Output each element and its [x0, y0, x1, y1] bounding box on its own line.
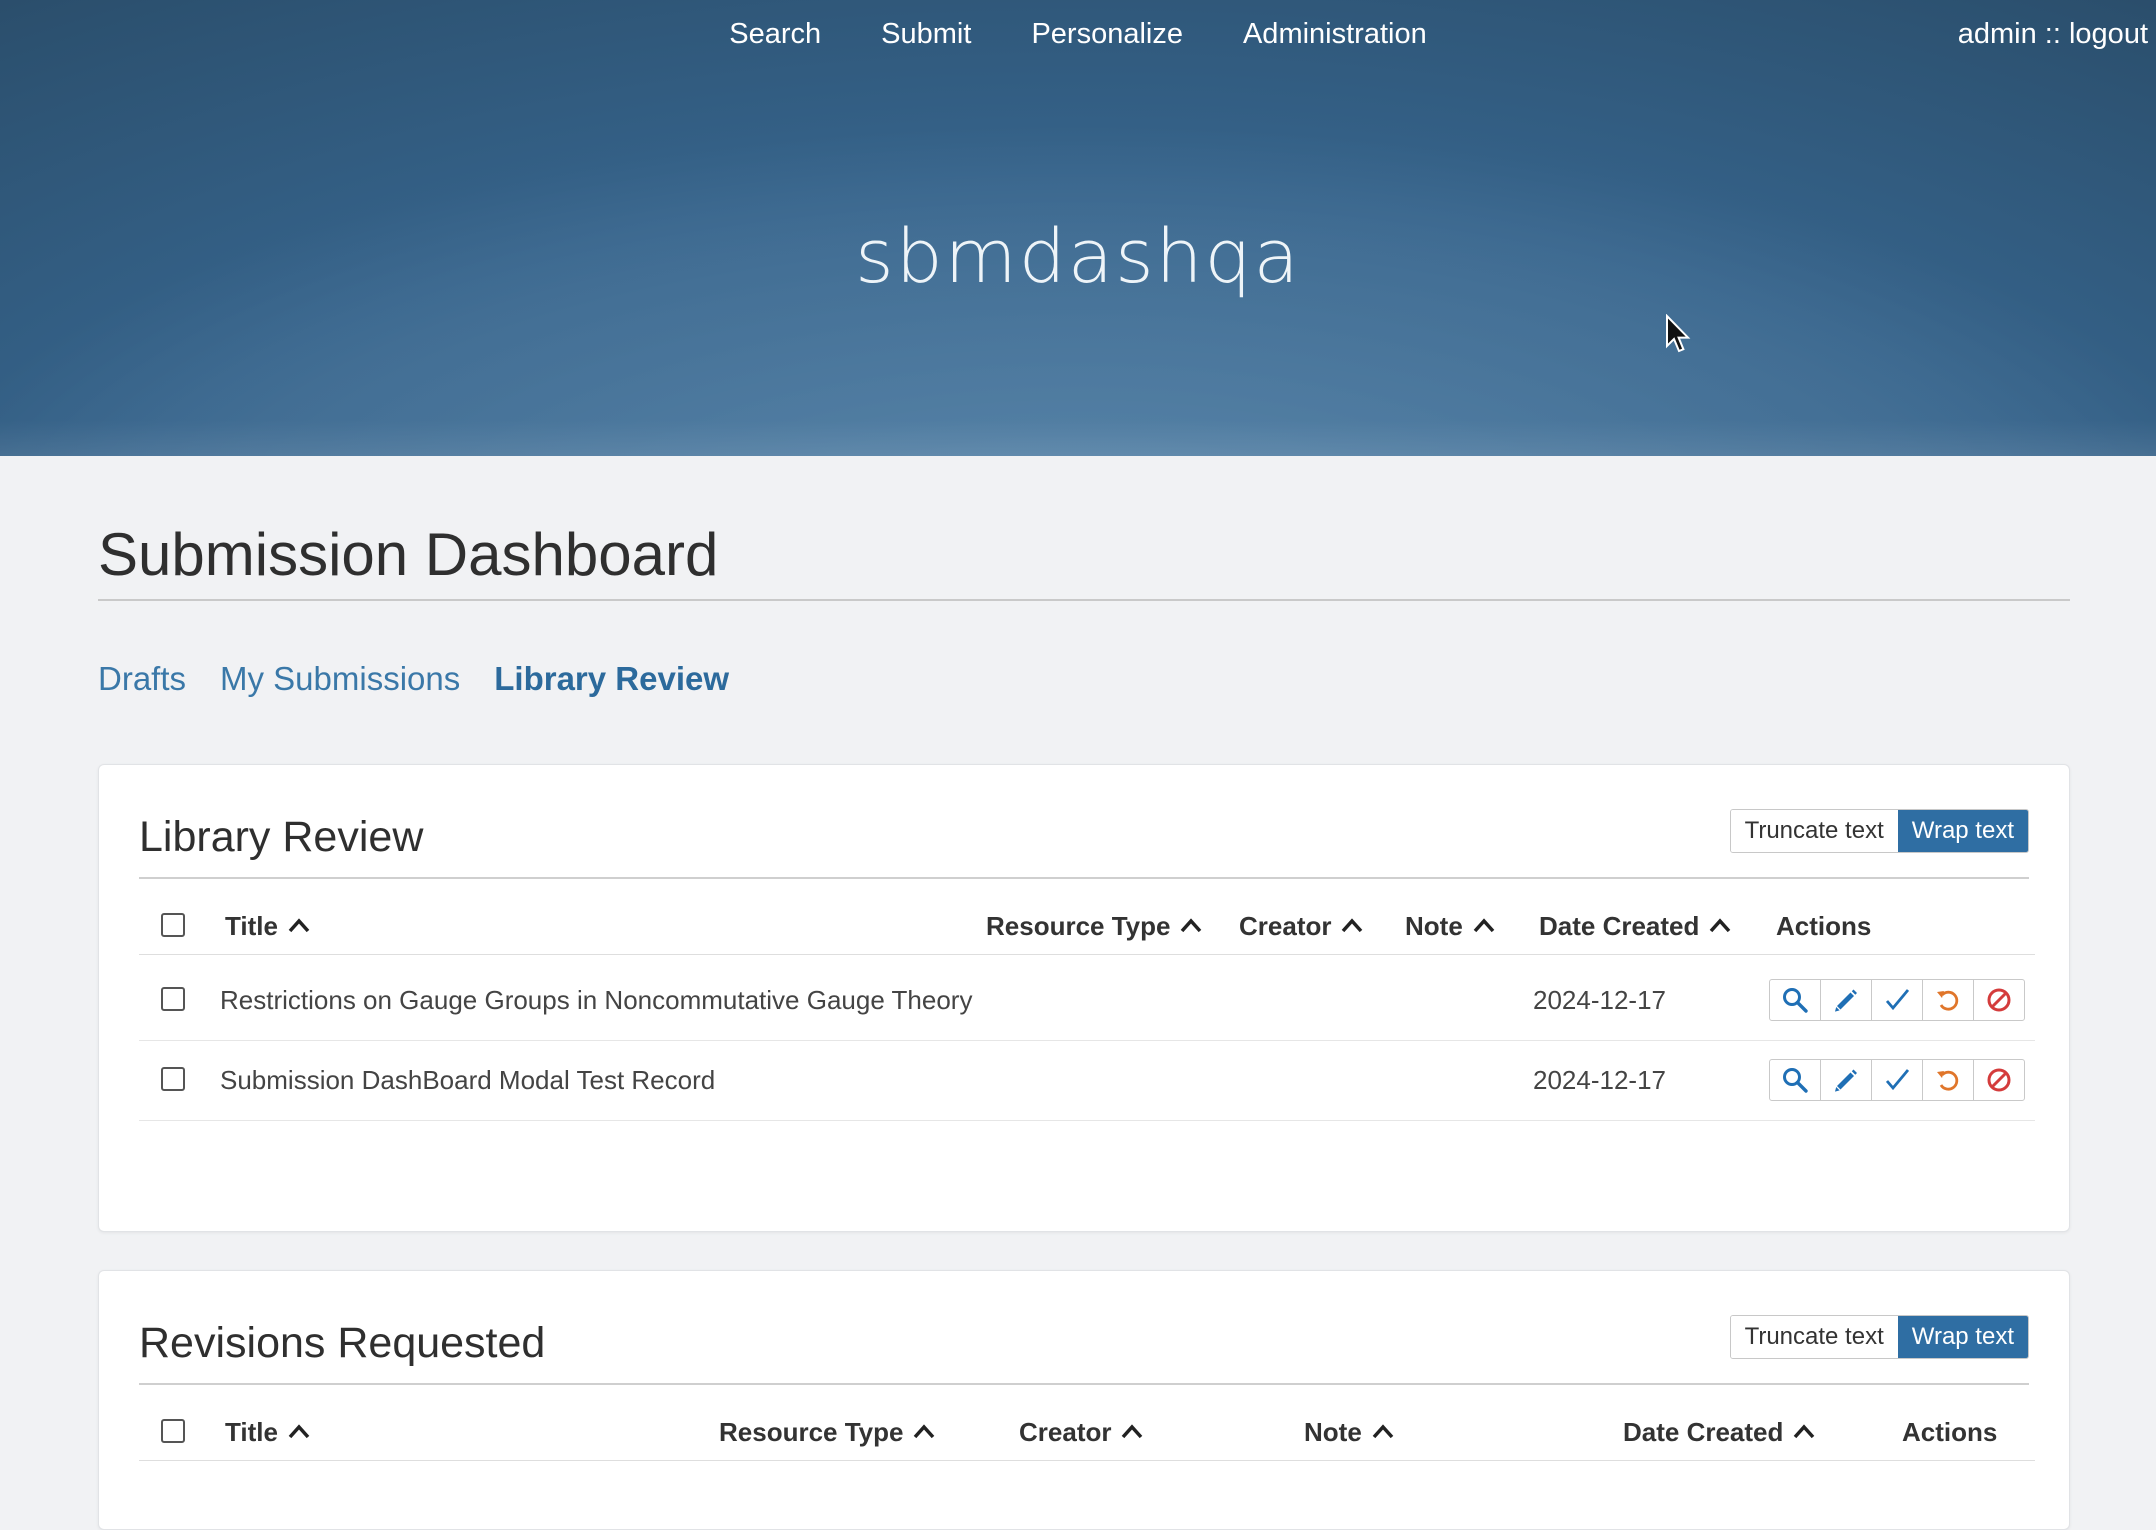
tab-my-submissions[interactable]: My Submissions [220, 660, 460, 698]
checkmark-icon [1885, 1069, 1910, 1091]
column-label: Creator [1239, 911, 1332, 941]
text-display-toggle: Truncate text Wrap text [1729, 809, 2029, 853]
row-actions [1769, 979, 2025, 1021]
top-navigation: Search Submit Personalize Administration [0, 14, 2156, 55]
sort-caret-icon[interactable] [913, 1423, 935, 1439]
username[interactable]: admin [1958, 18, 2037, 50]
column-header-creator[interactable]: Creator [1239, 911, 1363, 942]
row-actions [1769, 1059, 2025, 1101]
edit-button[interactable] [1820, 979, 1872, 1021]
truncate-text-button[interactable]: Truncate text [1730, 810, 1898, 852]
nav-personalize[interactable]: Personalize [1031, 14, 1183, 55]
nav-administration[interactable]: Administration [1243, 14, 1427, 55]
text-display-toggle: Truncate text Wrap text [1729, 1315, 2029, 1359]
column-label: Date Created [1623, 1417, 1784, 1447]
library-review-panel: Library Review Truncate text Wrap text T… [98, 764, 2070, 1232]
sort-caret-icon[interactable] [1180, 917, 1202, 933]
row-date-created: 2024-12-17 [1533, 985, 1666, 1015]
tab-library-review[interactable]: Library Review [494, 660, 729, 698]
column-label: Resource Type [986, 911, 1171, 941]
column-header-actions: Actions [1902, 1417, 1998, 1447]
reject-button[interactable] [1973, 1059, 2025, 1101]
undo-icon [1937, 990, 1959, 1011]
revisions-requested-title: Revisions Requested [139, 1319, 546, 1367]
row-date-created: 2024-12-17 [1533, 1065, 1666, 1095]
column-label: Note [1304, 1417, 1362, 1447]
pencil-icon [1835, 1069, 1857, 1092]
sort-caret-icon[interactable] [288, 917, 310, 933]
truncate-text-button[interactable]: Truncate text [1730, 1316, 1898, 1358]
column-header-date-created[interactable]: Date Created [1623, 1417, 1815, 1448]
pencil-icon [1835, 989, 1857, 1012]
column-label: Creator [1019, 1417, 1112, 1447]
row-title[interactable]: Submission DashBoard Modal Test Record [220, 1065, 715, 1096]
dashboard-tabs: Drafts My Submissions Library Review [98, 660, 729, 698]
column-header-note[interactable]: Note [1304, 1417, 1394, 1448]
sort-caret-icon[interactable] [1473, 917, 1495, 933]
column-header-resource-type[interactable]: Resource Type [719, 1417, 935, 1448]
wrap-text-button[interactable]: Wrap text [1897, 810, 2028, 852]
page-title: Submission Dashboard [98, 520, 2070, 601]
column-header-date-created[interactable]: Date Created [1539, 911, 1731, 942]
wrap-text-button[interactable]: Wrap text [1897, 1316, 2028, 1358]
sort-caret-icon[interactable] [1709, 917, 1731, 933]
sort-caret-icon[interactable] [1372, 1423, 1394, 1439]
ban-icon [1987, 988, 2011, 1012]
table-row: Submission DashBoard Modal Test Record 2… [139, 1041, 2035, 1121]
library-review-title: Library Review [139, 813, 424, 861]
approve-button[interactable] [1871, 1059, 1923, 1101]
table-header: Title Resource Type Creator Note Date Cr… [139, 1401, 2035, 1461]
user-menu: admin :: logout [1958, 18, 2148, 51]
column-label: Title [225, 911, 278, 941]
column-label: Resource Type [719, 1417, 904, 1447]
select-all-checkbox[interactable] [161, 1419, 185, 1443]
table-header: Title Resource Type Creator Note Date Cr… [139, 895, 2035, 955]
search-icon [1783, 1068, 1808, 1093]
approve-button[interactable] [1871, 979, 1923, 1021]
row-checkbox[interactable] [161, 987, 185, 1011]
column-label: Note [1405, 911, 1463, 941]
search-icon [1783, 988, 1808, 1013]
column-header-actions: Actions [1776, 911, 1872, 941]
nav-submit[interactable]: Submit [881, 14, 971, 55]
site-title: sbmdashqa [855, 214, 1301, 300]
column-header-note[interactable]: Note [1405, 911, 1495, 942]
checkmark-icon [1885, 989, 1910, 1011]
row-checkbox[interactable] [161, 1067, 185, 1091]
revisions-requested-header: Revisions Requested Truncate text Wrap t… [139, 1299, 2029, 1385]
edit-button[interactable] [1820, 1059, 1872, 1101]
tab-drafts[interactable]: Drafts [98, 660, 186, 698]
user-separator: :: [2044, 18, 2061, 50]
site-header: Search Submit Personalize Administration… [0, 0, 2156, 456]
return-button[interactable] [1922, 979, 1974, 1021]
column-header-title[interactable]: Title [225, 1417, 310, 1448]
sort-caret-icon[interactable] [1793, 1423, 1815, 1439]
row-title[interactable]: Restrictions on Gauge Groups in Noncommu… [220, 985, 972, 1016]
sort-caret-icon[interactable] [288, 1423, 310, 1439]
column-label: Title [225, 1417, 278, 1447]
sort-caret-icon[interactable] [1341, 917, 1363, 933]
column-header-title[interactable]: Title [225, 911, 310, 942]
select-all-checkbox[interactable] [161, 913, 185, 937]
table-row: Restrictions on Gauge Groups in Noncommu… [139, 961, 2035, 1041]
column-label: Date Created [1539, 911, 1700, 941]
view-button[interactable] [1769, 1059, 1821, 1101]
mouse-cursor-icon [1666, 314, 1691, 353]
sort-caret-icon[interactable] [1121, 1423, 1143, 1439]
reject-button[interactable] [1973, 979, 2025, 1021]
logout-link[interactable]: logout [2069, 18, 2148, 50]
view-button[interactable] [1769, 979, 1821, 1021]
column-header-creator[interactable]: Creator [1019, 1417, 1143, 1448]
nav-search[interactable]: Search [729, 14, 821, 55]
undo-icon [1937, 1070, 1959, 1091]
ban-icon [1987, 1068, 2011, 1092]
return-button[interactable] [1922, 1059, 1974, 1101]
revisions-requested-panel: Revisions Requested Truncate text Wrap t… [98, 1270, 2070, 1530]
column-header-resource-type[interactable]: Resource Type [986, 911, 1202, 942]
library-review-header: Library Review Truncate text Wrap text [139, 793, 2029, 879]
